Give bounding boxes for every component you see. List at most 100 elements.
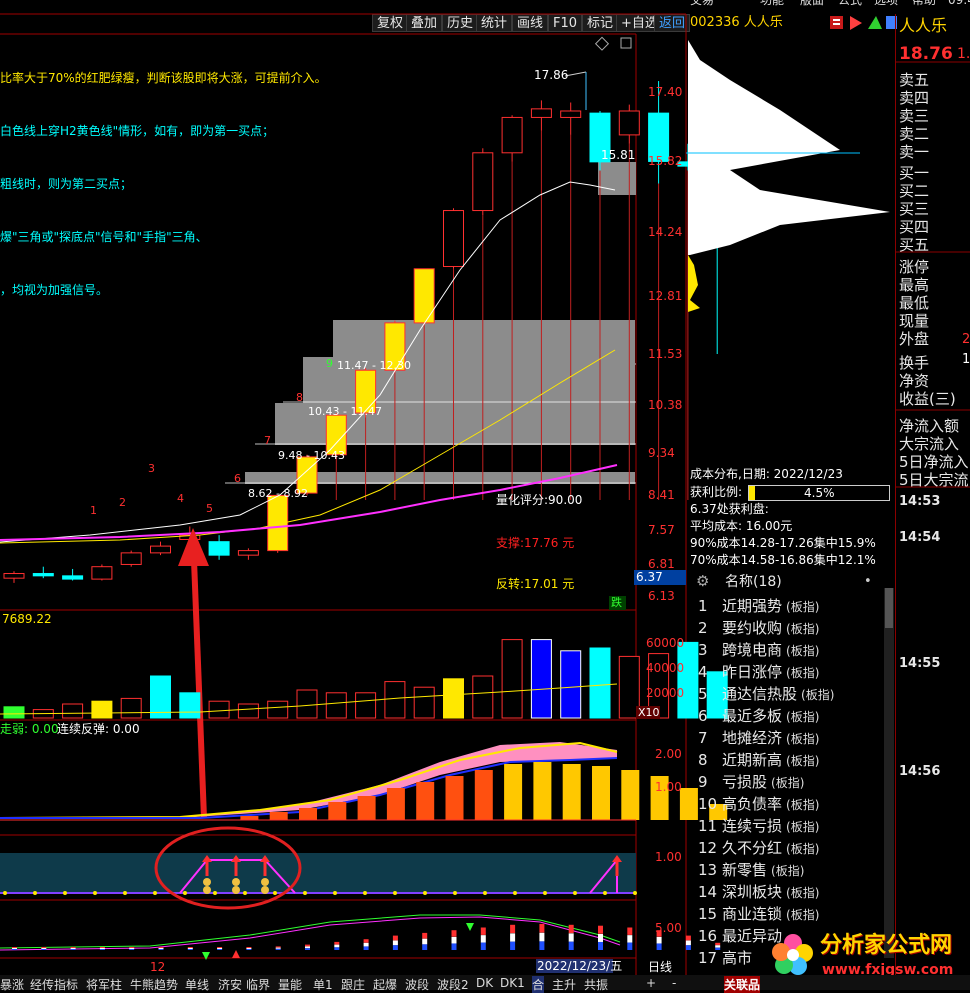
- bottom-tab[interactable]: 主升: [552, 976, 576, 993]
- candle: [443, 208, 464, 269]
- block-list-item[interactable]: 4 昨日涨停 (板指): [692, 661, 897, 683]
- candle: [208, 535, 230, 560]
- osc-bar: [539, 932, 545, 942]
- side-value-1: 2: [962, 332, 970, 347]
- candle: [472, 148, 494, 216]
- bottom-tab[interactable]: 暴涨: [0, 976, 24, 993]
- note-line-2: 粗线时，则为第二买点；: [0, 177, 133, 191]
- tick-time: 14:56: [899, 764, 941, 779]
- bottom-tab[interactable]: 起爆: [373, 976, 397, 993]
- stock-price-change: 1.: [957, 46, 970, 62]
- block-list-item[interactable]: 8 近期新高 (板指): [692, 749, 897, 771]
- bottom-tab[interactable]: 合: [532, 976, 545, 993]
- bottom-tab[interactable]: 济安: [218, 976, 242, 993]
- block-list-header[interactable]: ⚙ 名称(18) •: [692, 572, 882, 592]
- candle: [32, 566, 54, 579]
- volume-bar: [560, 650, 582, 719]
- side-value-2: 1: [962, 352, 970, 367]
- block-list-item[interactable]: 12 久不分红 (板指): [692, 837, 897, 859]
- osc-bar: [41, 949, 47, 950]
- volume-bar: [589, 647, 611, 719]
- osc-bar: [685, 935, 691, 941]
- chip-distribution: [688, 40, 890, 255]
- coin-icon: [261, 878, 269, 886]
- block-list-item[interactable]: 7 地摊经济 (板指): [692, 727, 897, 749]
- volume-bar: [413, 686, 435, 719]
- volume-bar: [120, 697, 142, 719]
- block-list-item[interactable]: 1 近期强势 (板指): [692, 595, 897, 617]
- note-line-0: 比率大于70%的红肥绿瘦，判断该股即将大涨，可提前介入。: [0, 71, 327, 85]
- price-axis-label: 7.57: [648, 523, 675, 537]
- current-price-tag: 6.37: [634, 570, 686, 585]
- osc-bar: [656, 936, 662, 944]
- bottom-right-control[interactable]: +: [646, 976, 656, 990]
- osc-bar: [305, 944, 310, 947]
- coin-icon: [232, 878, 240, 886]
- osc-bar: [12, 948, 17, 950]
- bottom-tab[interactable]: 波段: [405, 976, 429, 993]
- osc-bar: [334, 947, 340, 950]
- chip-distribution-low: [688, 255, 700, 312]
- period-label[interactable]: 日线: [648, 961, 672, 973]
- osc-bar: [598, 925, 603, 934]
- block-list-item[interactable]: 14 深圳板块 (板指): [692, 881, 897, 903]
- price-axis-label: 10.38: [648, 398, 683, 412]
- candle: [150, 541, 171, 556]
- bottom-tab[interactable]: 共振: [584, 976, 608, 993]
- indicator-bar: [416, 782, 435, 820]
- osc-bar: [129, 947, 135, 948]
- osc-bar: [158, 949, 164, 950]
- indicator-bar: [328, 802, 347, 820]
- coin-icon: [203, 878, 211, 886]
- block-list-item[interactable]: 3 跨境电商 (板指): [692, 639, 897, 661]
- block-list-item[interactable]: 2 要约收购 (板指): [692, 617, 897, 639]
- dot-icon: •: [864, 574, 872, 589]
- volume-bar: [150, 675, 171, 719]
- bottom-tab[interactable]: 量能: [278, 976, 302, 993]
- bottom-tab[interactable]: 牛熊趋势: [130, 976, 178, 993]
- bottom-tab[interactable]: 将军柱: [86, 976, 122, 993]
- block-list-title: 名称(18): [725, 574, 782, 590]
- gear-icon[interactable]: ⚙: [696, 574, 709, 589]
- bottom-tab[interactable]: 跟庄: [341, 976, 365, 993]
- candle: [560, 102, 582, 135]
- volume-bar: [325, 692, 347, 719]
- profit-bar: 4.5%: [748, 485, 890, 501]
- bottom-tab[interactable]: DK1: [500, 976, 525, 990]
- osc-bar: [129, 948, 135, 950]
- indicator-bar: [533, 762, 552, 820]
- block-list-item[interactable]: 9 亏损股 (板指): [692, 771, 897, 793]
- right-price-label: 15.81: [601, 148, 636, 162]
- bottom-right-control[interactable]: 关联品: [724, 976, 761, 993]
- osc-bar: [275, 946, 281, 948]
- count-label: 6: [234, 472, 241, 485]
- block-list-item[interactable]: 5 通达信热股 (板指): [692, 683, 897, 705]
- bottom-tab[interactable]: 波段2: [437, 976, 469, 993]
- bottom-tab[interactable]: 经传指标: [30, 976, 78, 993]
- bottom-tab[interactable]: DK: [476, 976, 493, 990]
- date-tag: 2022/12/23/五: [536, 959, 623, 973]
- high-label: 17.86: [534, 68, 569, 82]
- block-list-item[interactable]: 15 商业连锁 (板指): [692, 903, 897, 925]
- osc-bar: [187, 948, 193, 950]
- osc-bar: [422, 944, 428, 950]
- bottom-tab[interactable]: 单线: [185, 976, 209, 993]
- block-list-item[interactable]: 13 新零售 (板指): [692, 859, 897, 881]
- osc-bar: [568, 933, 574, 942]
- watermark-title: 分析家公式网: [820, 933, 953, 958]
- bottom-tab[interactable]: 临界: [246, 976, 270, 993]
- zone-label: 11.47 - 12.30: [337, 359, 411, 372]
- price-axis-label: 15.82: [648, 154, 683, 168]
- osc-bar: [187, 947, 193, 948]
- block-list-item[interactable]: 10 高负债率 (板指): [692, 793, 897, 815]
- block-list-item[interactable]: 6 最近多板 (板指): [692, 705, 897, 727]
- bottom-right-control[interactable]: -: [672, 976, 676, 990]
- osc-bar: [480, 942, 486, 950]
- stock-price: 18.76: [899, 44, 953, 64]
- count-label: 4: [177, 492, 184, 505]
- bottom-tab[interactable]: 单1: [313, 976, 333, 993]
- volume-bar: [296, 689, 318, 719]
- osc-bar: [685, 940, 691, 946]
- indicator-bar: [357, 796, 376, 820]
- block-list-item[interactable]: 11 连续亏损 (板指): [692, 815, 897, 837]
